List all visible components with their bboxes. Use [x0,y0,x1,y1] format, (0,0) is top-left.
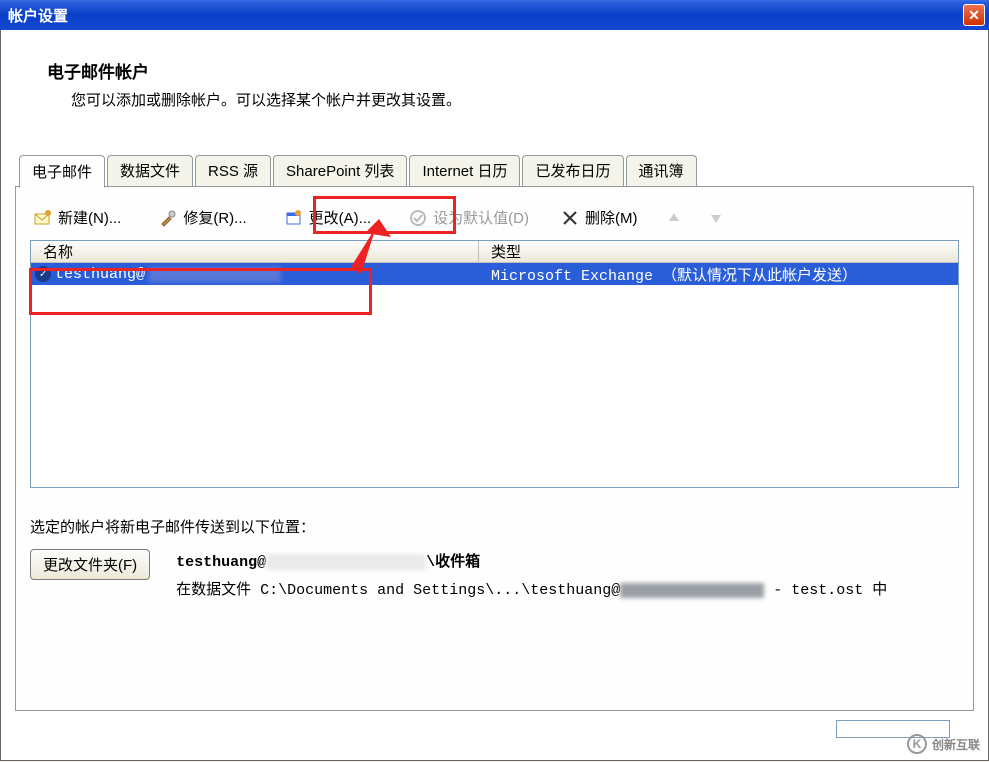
tab-internet-calendar[interactable]: Internet 日历 [409,155,520,187]
col-header-type[interactable]: 类型 [479,241,958,262]
delete-button[interactable]: 删除(M) [557,205,642,230]
new-label: 新建(N)... [58,207,121,228]
annotation-highlight-change [313,196,456,234]
new-button[interactable]: 新建(N)... [30,205,125,230]
delivery-text: 选定的帐户将新电子邮件传送到以下位置： [30,516,959,537]
move-down-icon[interactable] [707,209,725,227]
tab-rss[interactable]: RSS 源 [195,155,271,187]
col-header-name[interactable]: 名称 [31,241,479,262]
annotation-highlight-row [29,268,372,315]
blurred-domain-2 [266,554,426,570]
path-info: testhuang@ \收件箱 在数据文件 C:\Documents and Se… [176,549,887,605]
move-up-icon[interactable] [665,209,683,227]
datafile-path-suffix: - test.ost 中 [764,582,887,599]
repair-button[interactable]: 修复(R)... [155,205,250,230]
footer-area: 选定的帐户将新电子邮件传送到以下位置： 更改文件夹(F) testhuang@ \… [30,516,959,605]
delete-label: 删除(M) [585,207,638,228]
tab-sharepoint[interactable]: SharePoint 列表 [273,155,407,187]
watermark-text: 创新互联 [932,736,980,753]
tab-datafiles[interactable]: 数据文件 [107,155,193,187]
header-subtext: 您可以添加或删除帐户。可以选择某个帐户并更改其设置。 [71,89,988,110]
change-folder-button[interactable]: 更改文件夹(F) [30,549,150,580]
toolbar: 新建(N)... 修复(R)... 更改(A)... [16,187,973,240]
header-section: 电子邮件帐户 您可以添加或删除帐户。可以选择某个帐户并更改其设置。 [1,30,988,120]
tab-panel: 新建(N)... 修复(R)... 更改(A)... [15,186,974,711]
footer-row: 更改文件夹(F) testhuang@ \收件箱 在数据文件 C:\Documen… [30,549,959,605]
header-heading: 电子邮件帐户 [47,58,988,83]
repair-label: 修复(R)... [183,207,246,228]
datafile-path-prefix: 在数据文件 C:\Documents and Settings\...\test… [176,582,620,599]
watermark: K 创新互联 [907,734,980,754]
repair-icon [159,209,177,227]
tab-bar: 电子邮件 数据文件 RSS 源 SharePoint 列表 Internet 日… [1,155,988,187]
tab-email[interactable]: 电子邮件 [19,155,105,188]
new-mail-icon [34,209,52,227]
inbox-path-prefix: testhuang@ [176,554,266,571]
cell-type: Microsoft Exchange （默认情况下从此帐户发送） [479,264,958,285]
window-title: 帐户设置 [8,5,68,26]
window-body: 电子邮件帐户 您可以添加或删除帐户。可以选择某个帐户并更改其设置。 电子邮件 数… [0,30,989,761]
blurred-domain-3 [620,583,764,598]
tab-published-calendar[interactable]: 已发布日历 [522,155,623,187]
change-icon [285,209,303,227]
table-header: 名称 类型 [31,241,958,263]
tab-contacts[interactable]: 通讯簿 [626,155,697,187]
watermark-logo-icon: K [907,734,927,754]
title-bar: 帐户设置 ✕ [0,0,989,30]
inbox-path-suffix: \收件箱 [426,554,480,571]
delete-icon [561,209,579,227]
close-button[interactable]: ✕ [963,4,985,26]
